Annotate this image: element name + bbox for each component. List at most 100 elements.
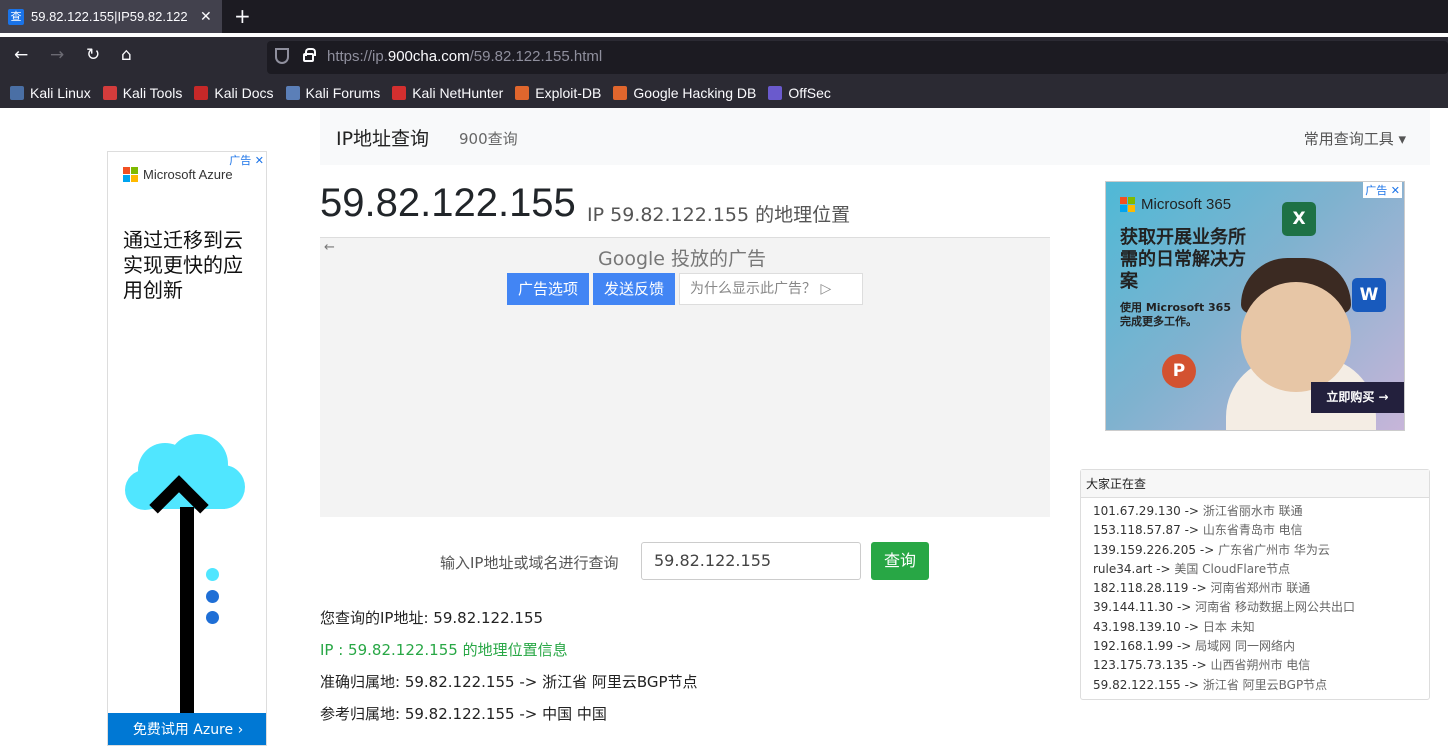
url-prefix: https://ip. — [327, 48, 388, 65]
panel-title: 大家正在查 — [1081, 470, 1429, 498]
recent-list: 101.67.29.130 -> 浙江省丽水市 联通 153.118.57.87… — [1081, 498, 1429, 695]
recent-location[interactable]: 浙江省 阿里云BGP节点 — [1203, 678, 1327, 692]
bookmark-kali-nethunter[interactable]: Kali NetHunter — [392, 85, 503, 101]
recent-ip[interactable]: 59.82.122.155 -> — [1093, 678, 1203, 692]
m365-subtext: 使用 Microsoft 365 完成更多工作。 — [1120, 301, 1231, 328]
list-item[interactable]: 59.82.122.155 -> 浙江省 阿里云BGP节点 — [1093, 676, 1429, 695]
azure-brand-label: Microsoft Azure — [143, 167, 233, 182]
microsoft-365-ad[interactable]: 广告 ✕ Microsoft 365 获取开展业务所需的日常解决方案 使用 Mi… — [1105, 181, 1405, 431]
recent-ip[interactable]: 139.159.226.205 -> — [1093, 543, 1218, 557]
recent-ip[interactable]: 39.144.11.30 -> — [1093, 600, 1195, 614]
bookmark-kali-forums[interactable]: Kali Forums — [285, 84, 381, 101]
bookmark-label: Kali Docs — [214, 84, 274, 101]
kali-tools-icon — [102, 85, 117, 100]
recent-location[interactable]: 河南省 移动数据上网公共出口 — [1195, 600, 1355, 614]
nethunter-icon — [392, 85, 407, 100]
reload-icon[interactable]: ↻ — [86, 45, 100, 65]
list-item[interactable]: 123.175.73.135 -> 山西省朔州市 电信 — [1093, 656, 1429, 675]
bookmark-label: Kali Forums — [305, 84, 381, 101]
new-tab-button[interactable]: + — [234, 4, 251, 28]
query-button[interactable]: 查询 — [871, 542, 929, 580]
url-domain: 900cha.com — [387, 48, 470, 65]
ad-choices-tag[interactable]: 广告 ✕ — [229, 152, 264, 168]
recent-ip[interactable]: rule34.art -> — [1093, 562, 1174, 576]
forward-arrow-icon[interactable]: → — [50, 45, 64, 65]
accurate-location-text: 准确归属地: 59.82.122.155 -> 浙江省 阿里云BGP节点 — [320, 673, 698, 691]
lock-icon[interactable] — [303, 48, 316, 62]
bookmark-kali-docs[interactable]: Kali Docs — [194, 84, 274, 101]
tab-title: 59.82.122.155|IP59.82.122 — [31, 9, 188, 24]
google-ad-frame[interactable]: ← Google 投放的广告 广告选项 发送反馈 为什么显示此广告？ ▷ — [320, 237, 1050, 517]
azure-brand: Microsoft Azure — [123, 167, 233, 182]
recent-ip[interactable]: 43.198.139.10 -> — [1093, 620, 1203, 634]
home-icon[interactable]: ⌂ — [121, 45, 132, 65]
list-item[interactable]: 39.144.11.30 -> 河南省 移动数据上网公共出口 — [1093, 598, 1429, 617]
site-header: IP地址查询 900查询 常用查询工具 ▾ — [320, 108, 1430, 165]
query-label: 输入IP地址或域名进行查询 — [440, 554, 619, 572]
microsoft-logo-icon — [1120, 197, 1135, 212]
recent-ip[interactable]: 182.118.28.119 -> — [1093, 581, 1210, 595]
url-bar[interactable]: https://ip.900cha.com/59.82.122.155.html — [267, 41, 1448, 74]
recent-ip[interactable]: 153.118.57.87 -> — [1093, 523, 1203, 537]
powerpoint-icon: P — [1162, 354, 1196, 388]
list-item[interactable]: 139.159.226.205 -> 广东省广州市 华为云 — [1093, 541, 1429, 560]
page-content: 广告 ✕ Microsoft Azure 通过迁移到云实现更快的应用创新 免费试… — [0, 108, 1448, 746]
list-item[interactable]: rule34.art -> 美国 CloudFlare节点 — [1093, 560, 1429, 579]
google-ad-label: Google 投放的广告 — [598, 248, 767, 270]
active-tab[interactable]: 查 59.82.122.155|IP59.82.122 ✕ — [0, 0, 222, 33]
recent-location[interactable]: 浙江省丽水市 联通 — [1203, 504, 1303, 518]
tools-dropdown[interactable]: 常用查询工具 ▾ — [1304, 128, 1406, 149]
recent-location[interactable]: 美国 CloudFlare节点 — [1174, 562, 1290, 576]
m365-brand: Microsoft 365 — [1120, 196, 1231, 213]
shield-icon[interactable] — [275, 48, 289, 64]
excel-icon: X — [1282, 202, 1316, 236]
m365-headline: 获取开展业务所需的日常解决方案 — [1120, 227, 1246, 292]
why-this-ad-button[interactable]: 为什么显示此广告？ ▷ — [679, 273, 863, 305]
recent-location[interactable]: 河南省郑州市 联通 — [1210, 581, 1310, 595]
navigation-bar: ← → ↻ ⌂ https://ip.900cha.com/59.82.122.… — [0, 37, 1448, 77]
list-item[interactable]: 43.198.139.10 -> 日本 未知 — [1093, 618, 1429, 637]
site-brand-link[interactable]: IP地址查询 — [336, 124, 429, 151]
geo-info-heading: IP : 59.82.122.155 的地理位置信息 — [320, 641, 568, 659]
recent-location[interactable]: 局域网 同一网络内 — [1195, 639, 1295, 653]
ad-options-button[interactable]: 广告选项 — [507, 273, 590, 305]
url-text[interactable]: https://ip.900cha.com/59.82.122.155.html — [327, 48, 602, 65]
list-item[interactable]: 153.118.57.87 -> 山东省青岛市 电信 — [1093, 521, 1429, 540]
bookmark-google-hacking-db[interactable]: Google Hacking DB — [613, 85, 756, 101]
azure-ad[interactable]: 广告 ✕ Microsoft Azure 通过迁移到云实现更快的应用创新 免费试… — [107, 151, 267, 746]
try-azure-button[interactable]: 免费试用 Azure › — [108, 713, 266, 745]
page-title: 59.82.122.155 — [320, 181, 576, 225]
send-feedback-button[interactable]: 发送反馈 — [593, 273, 676, 305]
list-item[interactable]: 182.118.28.119 -> 河南省郑州市 联通 — [1093, 579, 1429, 598]
recent-ip[interactable]: 101.67.29.130 -> — [1093, 504, 1203, 518]
back-arrow-icon[interactable]: ← — [14, 45, 28, 65]
bookmarks-bar: Kali Linux Kali Tools Kali Docs Kali For… — [0, 77, 1448, 108]
site-sub-link[interactable]: 900查询 — [459, 128, 518, 149]
recent-location[interactable]: 山东省青岛市 电信 — [1203, 523, 1303, 537]
bookmark-kali-linux[interactable]: Kali Linux — [10, 85, 91, 101]
bookmark-offsec[interactable]: OffSec — [768, 85, 831, 101]
dot-icon — [206, 590, 219, 603]
recent-ip[interactable]: 123.175.73.135 -> — [1093, 658, 1210, 672]
azure-headline: 通过迁移到云实现更快的应用创新 — [123, 228, 243, 302]
recent-location[interactable]: 日本 未知 — [1203, 620, 1255, 634]
close-icon[interactable]: ✕ — [200, 9, 212, 25]
kali-forums-icon — [285, 85, 300, 100]
list-item[interactable]: 192.168.1.99 -> 局域网 同一网络内 — [1093, 637, 1429, 656]
offsec-icon — [768, 85, 783, 100]
ad-choices-tag[interactable]: 广告 ✕ — [1363, 182, 1402, 198]
recent-location[interactable]: 山西省朔州市 电信 — [1210, 658, 1310, 672]
dot-icon — [206, 568, 219, 581]
bookmark-exploit-db[interactable]: Exploit-DB — [515, 85, 601, 101]
microsoft-logo-icon — [123, 167, 138, 182]
buy-now-button[interactable]: 立即购买 → — [1311, 382, 1404, 413]
recent-ip[interactable]: 192.168.1.99 -> — [1093, 639, 1195, 653]
ip-search-input[interactable]: 59.82.122.155 — [641, 542, 861, 580]
list-item[interactable]: 101.67.29.130 -> 浙江省丽水市 联通 — [1093, 502, 1429, 521]
site-favicon-icon: 查 — [8, 8, 24, 25]
back-arrow-icon[interactable]: ← — [324, 240, 335, 255]
reference-location-text: 参考归属地: 59.82.122.155 -> 中国 中国 — [320, 705, 607, 723]
recent-location[interactable]: 广东省广州市 华为云 — [1218, 543, 1330, 557]
bookmark-kali-tools[interactable]: Kali Tools — [102, 85, 182, 101]
ghdb-icon — [613, 85, 628, 100]
